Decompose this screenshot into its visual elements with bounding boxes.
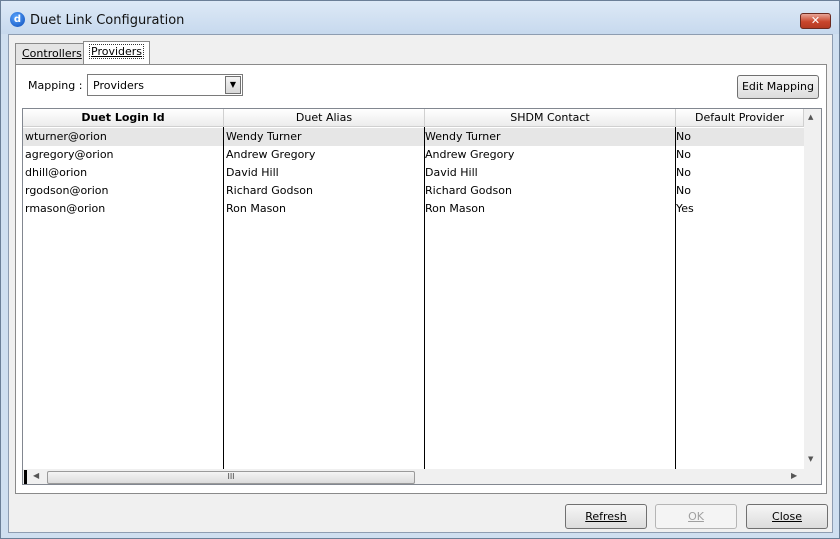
table-row[interactable]: rgodson@orion Richard Godson Richard God… [23,182,804,200]
cell-login-id: dhill@orion [25,166,88,179]
dialog-window: d Duet Link Configuration ✕ Controllers … [0,0,840,539]
scroll-up-icon[interactable]: ▲ [808,113,813,121]
cell-shdm-contact: Richard Godson [425,184,512,197]
cell-login-id: rgodson@orion [25,184,109,197]
dialog-body: Controllers Providers Mapping : Provider… [8,34,833,533]
cell-duet-alias: Wendy Turner [226,130,302,143]
vertical-scrollbar[interactable]: ▲ ▼ [804,109,821,469]
providers-table[interactable]: Duet Login Id Duet Alias SHDM Contact De… [22,108,822,485]
cell-login-id: agregory@orion [25,148,114,161]
cell-shdm-contact: David Hill [425,166,478,179]
refresh-button[interactable]: Refresh [565,504,647,529]
cell-duet-alias: David Hill [226,166,279,179]
column-header-shdm-contact[interactable]: SHDM Contact [425,109,676,127]
window-close-button[interactable]: ✕ [800,13,831,29]
cell-default-provider: Yes [676,202,694,215]
cell-shdm-contact: Ron Mason [425,202,486,215]
column-header-duet-alias[interactable]: Duet Alias [224,109,425,127]
scroll-down-icon[interactable]: ▼ [808,455,813,463]
column-divider [675,127,676,469]
window-title: Duet Link Configuration [30,13,185,28]
title-bar[interactable]: d Duet Link Configuration ✕ [1,1,839,34]
column-header-default-provider[interactable]: Default Provider [676,109,804,127]
scroll-right-icon[interactable]: ▶ [791,471,797,480]
scroll-left-icon[interactable]: ◀ [33,471,39,480]
cell-login-id: wturner@orion [25,130,107,143]
horizontal-scrollbar[interactable]: ◀ III ▶ [23,469,804,484]
cell-duet-alias: Andrew Gregory [226,148,316,161]
mapping-label: Mapping : [28,79,83,92]
column-divider [424,127,425,469]
cell-shdm-contact: Wendy Turner [425,130,501,143]
duet-logo-icon: d [10,12,25,27]
table-row[interactable]: agregory@orion Andrew Gregory Andrew Gre… [23,146,804,164]
tab-controllers[interactable]: Controllers [15,43,89,65]
table-row[interactable]: dhill@orion David Hill David Hill No [23,164,804,182]
cell-default-provider: No [676,166,691,179]
table-row[interactable]: rmason@orion Ron Mason Ron Mason Yes [23,200,804,218]
cell-duet-alias: Richard Godson [226,184,313,197]
close-button[interactable]: Close [746,504,828,529]
mapping-select[interactable]: Providers ▼ [87,74,243,96]
column-header-login-id[interactable]: Duet Login Id [23,109,224,127]
scroll-edge-marker [24,470,27,484]
cell-default-provider: No [676,148,691,161]
table-row[interactable]: wturner@orion Wendy Turner Wendy Turner … [23,128,804,146]
cell-default-provider: No [676,130,691,143]
edit-mapping-button[interactable]: Edit Mapping [737,75,819,99]
cell-shdm-contact: Andrew Gregory [425,148,515,161]
horizontal-scroll-thumb[interactable]: III [47,471,415,484]
scrollbar-corner [804,469,821,484]
cell-duet-alias: Ron Mason [226,202,287,215]
tab-providers[interactable]: Providers [83,41,151,65]
chevron-down-icon[interactable]: ▼ [225,76,241,94]
mapping-select-value: Providers [93,79,145,92]
ok-button[interactable]: OK [655,504,737,529]
column-divider [223,127,224,469]
cell-default-provider: No [676,184,691,197]
cell-login-id: rmason@orion [25,202,106,215]
